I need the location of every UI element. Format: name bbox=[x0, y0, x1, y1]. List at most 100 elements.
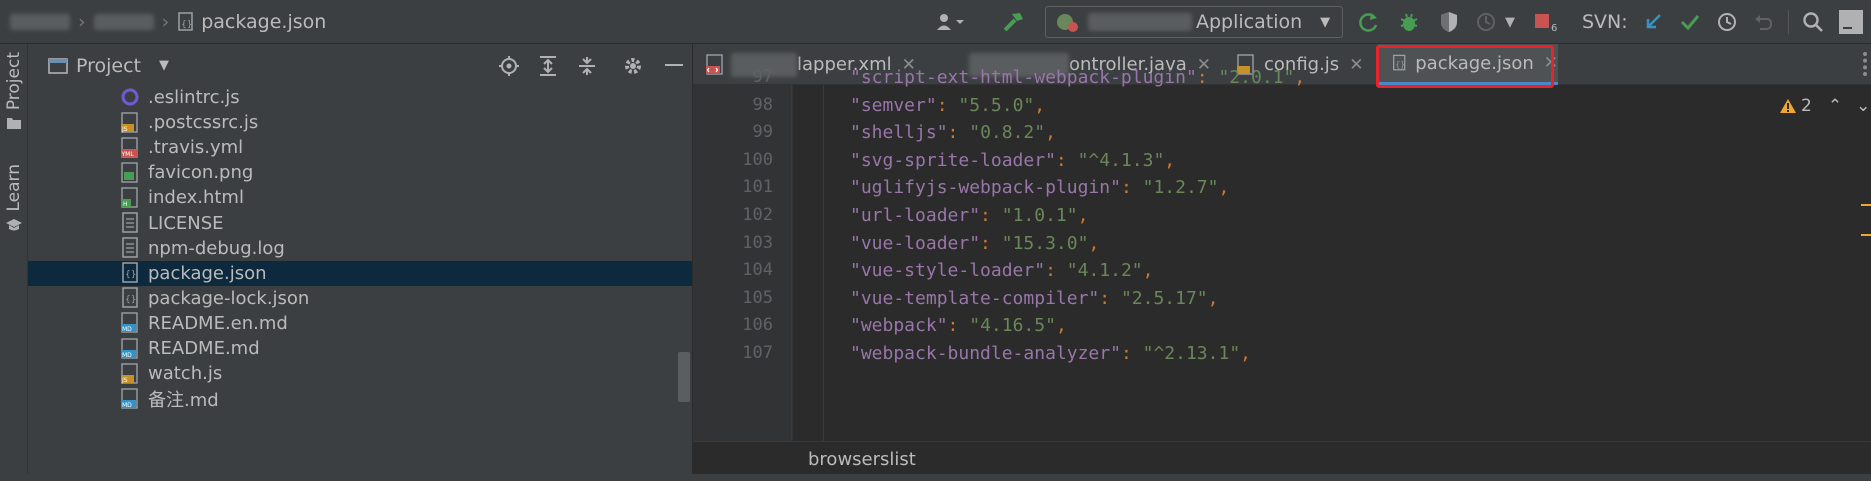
svg-text:{}: {} bbox=[125, 295, 136, 305]
project-panel-header: Project ▼ bbox=[28, 44, 692, 87]
code-line[interactable]: "shelljs": "0.8.2", bbox=[850, 122, 1056, 143]
more-tabs-icon[interactable] bbox=[1863, 52, 1867, 76]
chevron-down-icon: ▼ bbox=[1320, 14, 1331, 30]
markdown-file-icon: MD bbox=[120, 312, 140, 334]
code-line[interactable]: "vue-template-compiler": "2.5.17", bbox=[850, 288, 1218, 309]
tree-item[interactable]: MD 备注.md bbox=[28, 386, 692, 411]
code-line[interactable]: "webpack-bundle-analyzer": "^2.13.1", bbox=[850, 343, 1251, 364]
html-file-icon: H bbox=[120, 187, 140, 209]
expand-all-icon[interactable] bbox=[537, 55, 559, 77]
svg-text:{}: {} bbox=[125, 270, 136, 280]
code-line[interactable]: "uglifyjs-webpack-plugin": "1.2.7", bbox=[850, 177, 1229, 198]
project-panel-title[interactable]: Project bbox=[76, 55, 141, 77]
warning-marker[interactable] bbox=[1861, 234, 1871, 236]
svg-text:JS: JS bbox=[121, 377, 128, 384]
stop-icon[interactable]: 6 bbox=[1533, 0, 1557, 44]
svn-label: SVN: bbox=[1582, 11, 1628, 33]
build-hammer-icon[interactable] bbox=[1002, 0, 1026, 44]
debug-bug-icon[interactable] bbox=[1397, 0, 1421, 44]
inspection-widget[interactable]: 2 ⌃ ⌄ bbox=[1779, 96, 1870, 116]
colon-punct: : bbox=[1045, 260, 1067, 282]
tree-item[interactable]: {} package-lock.json bbox=[28, 286, 692, 311]
line-number: 103 bbox=[742, 232, 773, 253]
json-value: "^2.13.1" bbox=[1142, 343, 1241, 364]
tree-item[interactable]: Hindex.html bbox=[28, 185, 692, 210]
json-key: "script-ext-html-webpack-plugin" bbox=[850, 67, 1197, 88]
profiler-icon[interactable]: ▼ bbox=[1475, 0, 1515, 44]
svn-commit-icon[interactable] bbox=[1679, 0, 1701, 44]
breadcrumb-file[interactable]: package.json bbox=[201, 11, 326, 33]
code-line[interactable]: "semver": "5.5.0", bbox=[850, 95, 1045, 116]
code-line[interactable]: "webpack": "4.16.5", bbox=[850, 315, 1067, 336]
code-line[interactable]: "url-loader": "1.0.1", bbox=[850, 205, 1088, 226]
js-file-icon: JS bbox=[120, 111, 140, 134]
comma-punct: , bbox=[1240, 343, 1252, 364]
warning-icon bbox=[1780, 99, 1796, 113]
indent-guide bbox=[823, 85, 824, 481]
json-value: "1.0.1" bbox=[1001, 205, 1078, 226]
collapse-all-icon[interactable] bbox=[576, 55, 598, 77]
comma-punct: , bbox=[1207, 287, 1219, 309]
side-tab-learn[interactable]: Learn bbox=[0, 164, 28, 232]
locate-file-icon[interactable] bbox=[498, 55, 520, 77]
comma-punct: , bbox=[1045, 122, 1056, 144]
minimize-panel-icon[interactable] bbox=[665, 64, 683, 66]
project-view-dropdown-icon[interactable]: ▼ bbox=[159, 58, 169, 73]
svn-rollback-icon[interactable] bbox=[1752, 0, 1774, 44]
tree-item[interactable]: JS .postcssrc.js bbox=[28, 110, 692, 135]
tree-item-label: npm-debug.log bbox=[148, 237, 285, 259]
tree-item[interactable]: MD README.md bbox=[28, 336, 692, 361]
line-number: 97 bbox=[752, 67, 773, 87]
code-line[interactable]: "vue-style-loader": "4.1.2", bbox=[850, 260, 1153, 281]
tree-item[interactable]: favicon.png bbox=[28, 160, 692, 185]
json-key: "webpack" bbox=[850, 315, 948, 337]
editor-breadcrumb-item[interactable]: browserslist bbox=[808, 449, 916, 470]
breadcrumb: › › {} package.json bbox=[10, 0, 326, 44]
code-line[interactable]: "script-ext-html-webpack-plugin": "2.0.1… bbox=[850, 67, 1305, 88]
svg-text:MD: MD bbox=[122, 402, 132, 409]
main-toolbar: › › {} package.json Application ▼ ▼ 6 SV… bbox=[0, 0, 1871, 44]
chevron-up-icon[interactable]: ⌃ bbox=[1828, 96, 1842, 116]
search-icon[interactable] bbox=[1802, 0, 1824, 44]
tree-item-label: .postcssrc.js bbox=[148, 112, 259, 134]
active-tab-highlight-box bbox=[1376, 45, 1554, 88]
tree-item[interactable]: npm-debug.log bbox=[28, 236, 692, 261]
breadcrumb-folder-redacted[interactable] bbox=[93, 14, 154, 30]
side-tab-project[interactable]: Project bbox=[0, 52, 28, 130]
left-tool-stripe: Project Learn bbox=[0, 44, 28, 481]
chevron-down-icon[interactable]: ⌄ bbox=[1856, 96, 1870, 116]
graduation-cap-icon bbox=[6, 218, 22, 231]
svn-update-icon[interactable] bbox=[1643, 0, 1665, 44]
folder-icon bbox=[7, 118, 21, 130]
tree-item[interactable]: {} package.json bbox=[28, 260, 692, 286]
run-config-select[interactable]: Application ▼ bbox=[1045, 0, 1343, 44]
colon-punct: : bbox=[1099, 287, 1121, 309]
comma-punct: , bbox=[1034, 94, 1046, 116]
colon-punct: : bbox=[1120, 343, 1143, 364]
close-icon[interactable]: ✕ bbox=[1349, 55, 1363, 75]
tree-item[interactable]: .eslintrc.js bbox=[28, 85, 692, 110]
ide-logo-icon[interactable] bbox=[1838, 0, 1864, 44]
colon-punct: : bbox=[1196, 67, 1219, 88]
tree-item-label: watch.js bbox=[148, 363, 223, 385]
side-tab-project-label: Project bbox=[4, 52, 24, 111]
user-icon[interactable] bbox=[935, 0, 965, 44]
tree-item[interactable]: LICENSE bbox=[28, 211, 692, 236]
code-line[interactable]: "svg-sprite-loader": "^4.1.3", bbox=[850, 150, 1175, 171]
run-more-dropdown-icon[interactable]: ▼ bbox=[1505, 15, 1515, 30]
warning-marker[interactable] bbox=[1861, 204, 1871, 206]
coverage-shield-icon[interactable] bbox=[1437, 0, 1461, 44]
svg-text:{}: {} bbox=[181, 20, 192, 30]
json-value: "15.3.0" bbox=[1001, 232, 1089, 254]
tree-item[interactable]: YML .travis.yml bbox=[28, 135, 692, 160]
gear-icon[interactable] bbox=[622, 55, 644, 77]
project-panel-scrollbar[interactable] bbox=[678, 352, 690, 402]
tree-item[interactable]: JS watch.js bbox=[28, 361, 692, 386]
json-value: "5.5.0" bbox=[958, 94, 1035, 116]
json-value: "2.5.17" bbox=[1120, 287, 1208, 309]
breadcrumb-project-redacted[interactable] bbox=[10, 14, 70, 30]
tree-item[interactable]: MD README.en.md bbox=[28, 311, 692, 336]
rerun-icon[interactable] bbox=[1357, 0, 1381, 44]
svn-history-icon[interactable] bbox=[1716, 0, 1738, 44]
code-line[interactable]: "vue-loader": "15.3.0", bbox=[850, 233, 1099, 254]
